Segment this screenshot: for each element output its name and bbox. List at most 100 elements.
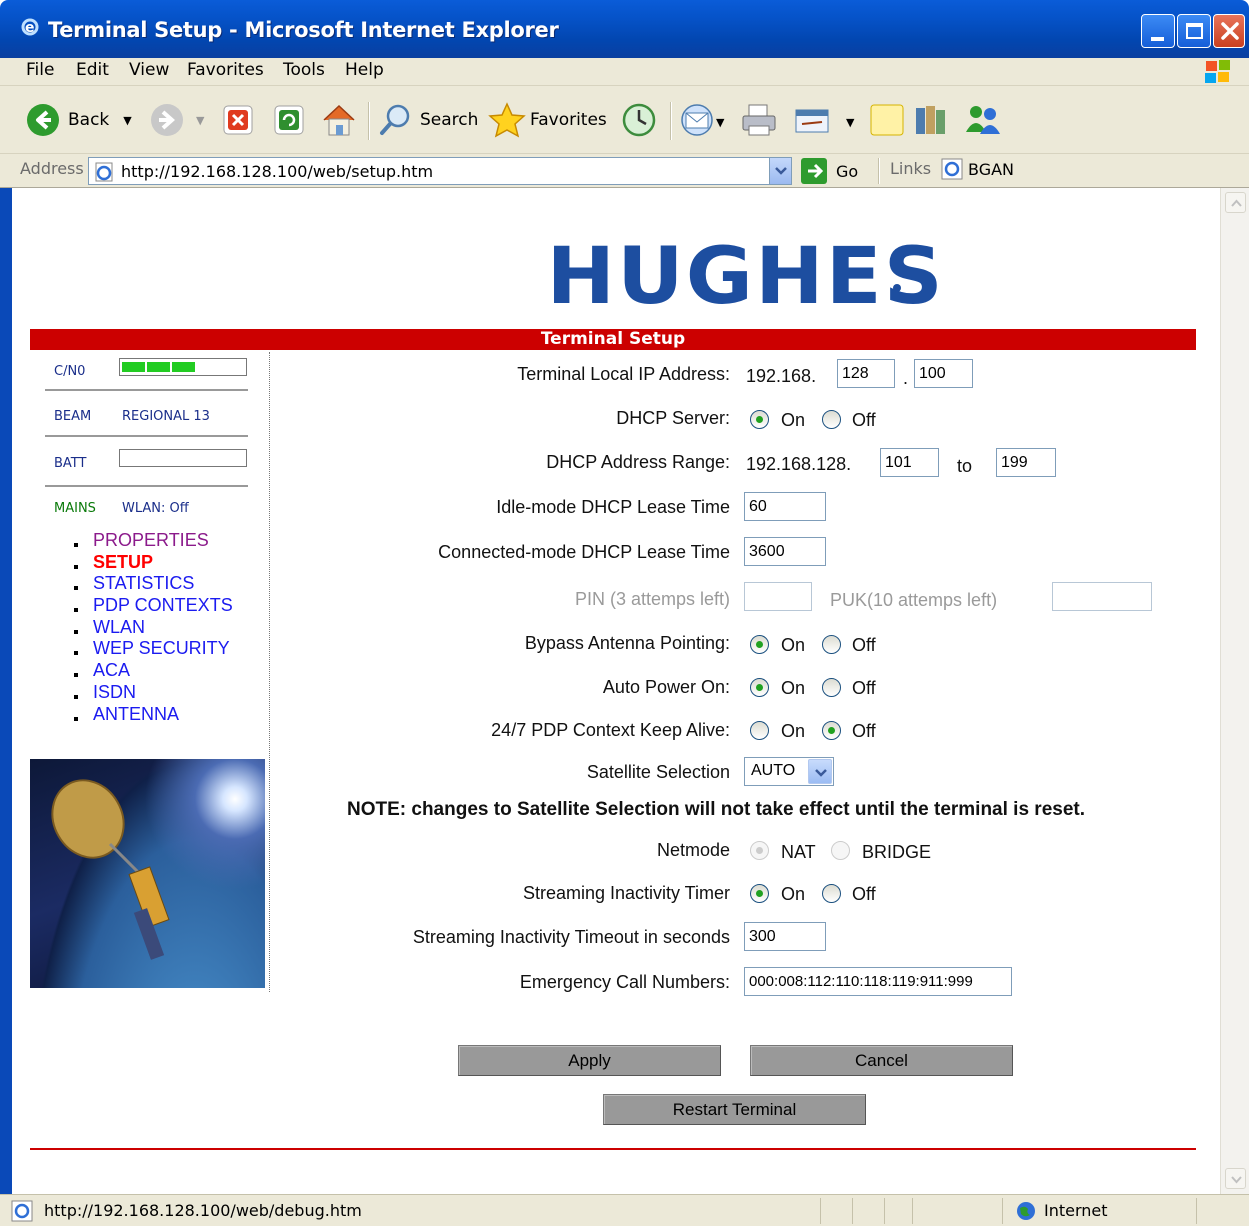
bypass-off-label: Off (852, 635, 876, 655)
print-icon[interactable] (740, 102, 778, 138)
address-input[interactable]: http://192.168.128.100/web/setup.htm (88, 157, 792, 185)
search-label: Search (420, 110, 479, 130)
dhcp-server-label: DHCP Server: (616, 408, 730, 428)
edit-icon[interactable]: ▼ (794, 102, 860, 138)
minimize-button[interactable] (1141, 14, 1175, 48)
nav-link-wep-security[interactable]: WEP SECURITY (93, 638, 230, 658)
satellite-label: Satellite Selection (586, 762, 730, 782)
maximize-button[interactable] (1177, 14, 1211, 48)
streaming-timer-off-label: Off (852, 884, 876, 904)
status-url: http://192.168.128.100/web/debug.htm (44, 1201, 362, 1220)
nav-link-isdn[interactable]: ISDN (93, 682, 136, 702)
go-arrow-icon (801, 158, 827, 184)
netmode-nat-radio[interactable] (750, 841, 769, 860)
go-label: Go (836, 161, 859, 181)
dhcp-range-start-input[interactable]: 101 (880, 448, 939, 477)
favorites-button[interactable]: Favorites (488, 102, 607, 138)
ip-label: Terminal Local IP Address: (517, 364, 730, 384)
apply-button[interactable]: Apply (458, 1045, 721, 1076)
nav-item-setup: SETUP (68, 551, 233, 573)
title-bar: e Terminal Setup - Microsoft Internet Ex… (0, 0, 1249, 58)
streaming-timer-off-radio[interactable] (822, 884, 841, 903)
back-button[interactable]: Back ▼ (26, 102, 132, 138)
nav-link-properties[interactable]: PROPERTIES (93, 530, 209, 550)
auto-power-on-radio[interactable] (750, 678, 769, 697)
mains-label: MAINS (54, 501, 96, 516)
bypass-on-radio[interactable] (750, 635, 769, 654)
menu-help[interactable]: Help (345, 60, 384, 80)
restart-terminal-button[interactable]: Restart Terminal (603, 1094, 866, 1125)
scroll-up-button[interactable] (1225, 192, 1246, 213)
keepalive-off-radio[interactable] (822, 721, 841, 740)
back-dropdown-icon[interactable]: ▼ (123, 114, 131, 127)
mail-icon[interactable]: ▼ (680, 102, 728, 138)
emergency-input[interactable]: 000:008:112:110:118:119:911:999 (744, 967, 1012, 996)
idle-lease-input[interactable]: 60 (744, 492, 826, 521)
netmode-bridge-radio[interactable] (831, 841, 850, 860)
section-title: Terminal Setup (540, 329, 686, 349)
signal-bar (172, 362, 195, 372)
satellite-select[interactable]: AUTO (744, 757, 834, 786)
satellite-dropdown-button[interactable] (808, 759, 832, 784)
keepalive-on-radio[interactable] (750, 721, 769, 740)
home-icon[interactable] (320, 102, 358, 138)
nav-item-antenna: ANTENNA (68, 703, 233, 725)
menu-view[interactable]: View (129, 60, 169, 80)
forward-button[interactable]: ▼ (150, 102, 204, 138)
nav-item-statistics: STATISTICS (68, 572, 233, 594)
history-icon[interactable] (620, 102, 658, 138)
favorites-label: Favorites (530, 110, 607, 130)
cno-label: C/N0 (54, 364, 86, 379)
scroll-down-button[interactable] (1225, 1168, 1246, 1189)
logo-dot (893, 284, 901, 292)
streaming-timer-on-radio[interactable] (750, 884, 769, 903)
menu-file[interactable]: File (26, 60, 54, 80)
nav-link-setup[interactable]: SETUP (93, 552, 153, 572)
connected-lease-input[interactable]: 3600 (744, 537, 826, 566)
dhcp-server-on-radio[interactable] (750, 410, 769, 429)
address-dropdown-button[interactable] (769, 158, 791, 184)
stop-icon[interactable] (223, 105, 253, 135)
menu-favorites[interactable]: Favorites (187, 60, 264, 80)
research-icon[interactable] (912, 102, 950, 138)
bypass-off-radio[interactable] (822, 635, 841, 654)
close-button[interactable] (1213, 14, 1245, 48)
search-button[interactable]: Search (378, 102, 478, 138)
dhcp-server-off-radio[interactable] (822, 410, 841, 429)
nav-link-aca[interactable]: ACA (93, 660, 130, 680)
discuss-icon[interactable] (868, 102, 906, 138)
svg-text:▼: ▼ (846, 116, 855, 129)
streaming-timeout-label: Streaming Inactivity Timeout in seconds (412, 927, 730, 947)
menu-edit[interactable]: Edit (76, 60, 109, 80)
dhcp-range-end-input[interactable]: 199 (996, 448, 1056, 477)
links-bgan[interactable]: BGAN (940, 157, 1014, 181)
cancel-button[interactable]: Cancel (750, 1045, 1013, 1076)
page-status-icon (11, 1200, 33, 1222)
refresh-icon[interactable] (274, 105, 304, 135)
links-label: Links (890, 159, 932, 178)
messenger-icon[interactable] (962, 102, 1004, 138)
nav-item-wlan: WLAN (68, 616, 233, 638)
chevron-down-icon (815, 769, 827, 777)
pin-label: PIN (3 attemps left) (574, 589, 730, 609)
puk-input[interactable] (1052, 582, 1152, 611)
pin-input[interactable] (744, 582, 812, 611)
streaming-timeout-input[interactable]: 300 (744, 922, 826, 951)
wlan-status: WLAN: Off (122, 501, 189, 516)
hughes-logo: HUGHES (546, 232, 945, 322)
signal-meter (119, 358, 247, 376)
keepalive-on-label: On (781, 721, 806, 741)
beam-value: REGIONAL 13 (122, 409, 210, 424)
ip-octet4-input[interactable]: 100 (914, 359, 973, 388)
auto-power-off-radio[interactable] (822, 678, 841, 697)
nav-item-pdp-contexts: PDP CONTEXTS (68, 594, 233, 616)
nav-link-pdp-contexts[interactable]: PDP CONTEXTS (93, 595, 233, 615)
ip-octet3-input[interactable]: 128 (837, 359, 895, 388)
menu-tools[interactable]: Tools (283, 60, 325, 80)
sidebar-divider (269, 352, 270, 992)
nav-link-statistics[interactable]: STATISTICS (93, 573, 194, 593)
go-button[interactable]: Go (800, 157, 858, 185)
nav-link-wlan[interactable]: WLAN (93, 617, 145, 637)
nav-link-antenna[interactable]: ANTENNA (93, 704, 179, 724)
nav-item-aca: ACA (68, 659, 233, 681)
